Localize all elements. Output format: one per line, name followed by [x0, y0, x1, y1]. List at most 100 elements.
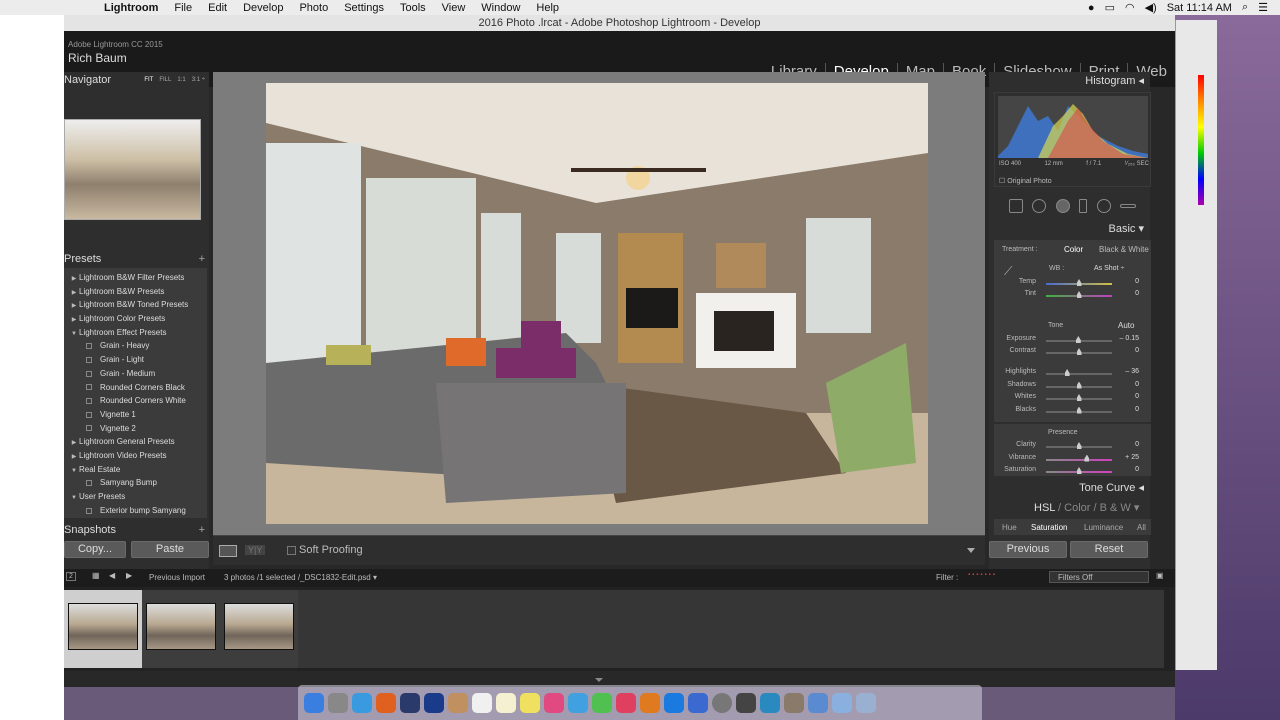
slider-handle[interactable] — [1075, 336, 1081, 343]
menu-view[interactable]: View — [434, 2, 474, 14]
secondary-display-button[interactable]: 2 — [66, 572, 76, 581]
preset-item[interactable]: Samyang Bump — [64, 476, 207, 490]
image-folder-icon[interactable] — [784, 692, 804, 713]
menu-edit[interactable]: Edit — [200, 2, 235, 14]
presets-header[interactable]: Presets + — [64, 251, 209, 268]
treatment-color-option[interactable]: Color — [1064, 245, 1083, 254]
menu-settings[interactable]: Settings — [336, 2, 392, 14]
photos-icon[interactable] — [544, 692, 564, 713]
slider-saturation[interactable]: Saturation 0 — [994, 466, 1151, 478]
slider-contrast[interactable]: Contrast 0 — [994, 347, 1151, 359]
preset-folder[interactable]: ▶ Lightroom B&W Presets — [64, 285, 207, 299]
graduated-filter-icon[interactable] — [1079, 199, 1088, 213]
zoom-fit[interactable]: FIT — [144, 72, 153, 89]
zoom-fill[interactable]: FILL — [159, 72, 171, 89]
notes-icon[interactable] — [496, 692, 516, 713]
slider-handle[interactable] — [1076, 442, 1082, 449]
slider-exposure[interactable]: Exposure – 0.15 — [994, 335, 1151, 347]
slider-value[interactable]: – 0.15 — [1120, 335, 1139, 342]
background-window[interactable] — [1175, 20, 1217, 670]
slider-value[interactable]: 0 — [1135, 441, 1139, 448]
original-photo-checkbox[interactable]: ☐ Original Photo — [999, 177, 1052, 185]
slider-highlights[interactable]: Highlights – 36 — [994, 368, 1151, 380]
copy-button[interactable]: Copy... — [64, 541, 126, 558]
main-photo[interactable] — [266, 83, 928, 524]
slider-value[interactable]: 0 — [1135, 406, 1139, 413]
slider-value[interactable]: + 25 — [1125, 454, 1139, 461]
zoom-1-1[interactable]: 1:1 — [177, 72, 185, 89]
launchpad-icon[interactable] — [328, 692, 348, 713]
previous-button[interactable]: Previous — [989, 541, 1067, 558]
preset-folder[interactable]: ▼ User Presets — [64, 490, 207, 504]
preset-folder[interactable]: ▶ Lightroom Video Presets — [64, 449, 207, 463]
quicktime-icon[interactable] — [760, 692, 780, 713]
menu-window[interactable]: Window — [473, 2, 528, 14]
filter-rating-icons[interactable]: ▪▪▪▪▪▪▪ — [968, 572, 997, 578]
slider-value[interactable]: – 36 — [1125, 368, 1139, 375]
subtab-hue[interactable]: Hue — [1002, 523, 1017, 532]
slider-handle[interactable] — [1064, 369, 1070, 376]
finder-icon[interactable] — [304, 692, 324, 713]
slider-temp[interactable]: Temp 0 — [994, 278, 1151, 290]
contacts-icon[interactable] — [448, 692, 468, 713]
navigator-preview[interactable] — [64, 119, 201, 220]
slider-handle[interactable] — [1076, 467, 1082, 474]
menu-develop[interactable]: Develop — [235, 2, 291, 14]
filmstrip-cell[interactable] — [220, 590, 298, 668]
histogram[interactable]: ISO 400 12 mm f / 7.1 ¹⁄₂₅₀ SEC ☐ Origin… — [994, 92, 1151, 187]
menu-file[interactable]: File — [166, 2, 200, 14]
treatment-bw-option[interactable]: Black & White — [1099, 245, 1149, 254]
slider-handle[interactable] — [1076, 381, 1082, 389]
utility-icon[interactable] — [736, 692, 756, 713]
notification-center-icon[interactable]: ☰ — [1258, 1, 1268, 14]
before-after-view-button[interactable]: Y|Y — [245, 545, 266, 555]
slider-handle[interactable] — [1084, 454, 1090, 462]
stickies-icon[interactable] — [520, 692, 540, 713]
filmstrip-info[interactable]: 3 photos /1 selected /_DSC1832-Edit.psd … — [224, 573, 377, 582]
auto-tone-button[interactable]: Auto — [1118, 321, 1134, 330]
add-snapshot-icon[interactable]: + — [199, 522, 205, 539]
navigator-header[interactable]: Navigator FIT FILL 1:1 3:1 ÷ — [64, 72, 209, 89]
back-arrow-icon[interactable]: ◀ — [109, 571, 115, 580]
slider-value[interactable]: 0 — [1135, 393, 1139, 400]
facetime-icon[interactable] — [592, 692, 612, 713]
downloads-folder-icon[interactable] — [832, 692, 852, 713]
preset-item[interactable]: Vignette 1 — [64, 408, 207, 422]
slider-whites[interactable]: Whites 0 — [994, 393, 1151, 405]
wb-preset-select[interactable]: As Shot ÷ — [1094, 265, 1124, 272]
snapshots-header[interactable]: Snapshots + — [64, 522, 209, 539]
volume-icon[interactable]: ◀) — [1145, 1, 1157, 14]
menu-app-name[interactable]: Lightroom — [96, 2, 166, 14]
slider-handle[interactable] — [1076, 279, 1082, 286]
loupe-view-icon[interactable] — [219, 545, 237, 557]
preset-item[interactable]: Vignette 2 — [64, 422, 207, 436]
preset-item[interactable]: Grain - Heavy — [64, 339, 207, 353]
tab-color[interactable]: Color — [1064, 502, 1090, 514]
slider-track[interactable] — [1046, 458, 1112, 461]
system-preferences-icon[interactable] — [712, 692, 732, 713]
slider-handle[interactable] — [1076, 394, 1082, 401]
preset-folder[interactable]: ▶ Lightroom Color Presets — [64, 312, 207, 326]
menubar-clock[interactable]: Sat 11:14 AM — [1167, 2, 1232, 14]
menu-photo[interactable]: Photo — [291, 2, 336, 14]
subtab-luminance[interactable]: Luminance — [1084, 523, 1123, 532]
forward-arrow-icon[interactable]: ▶ — [126, 571, 132, 580]
slider-value[interactable]: 0 — [1135, 278, 1139, 285]
slider-clarity[interactable]: Clarity 0 — [994, 441, 1151, 453]
preset-item[interactable]: Rounded Corners Black — [64, 381, 207, 395]
ibooks-icon[interactable] — [640, 692, 660, 713]
spot-removal-icon[interactable] — [1032, 199, 1047, 213]
filmstrip-thumbnail[interactable] — [146, 603, 216, 650]
soft-proofing-checkbox[interactable] — [287, 546, 296, 555]
app-store-icon[interactable] — [664, 692, 684, 713]
preset-folder[interactable]: ▶ Lightroom General Presets — [64, 435, 207, 449]
slider-shadows[interactable]: Shadows 0 — [994, 381, 1151, 393]
safari-icon[interactable] — [352, 692, 372, 713]
preset-folder[interactable]: ▶ Lightroom B&W Filter Presets — [64, 271, 207, 285]
itunes-icon[interactable] — [616, 692, 636, 713]
preset-item[interactable]: Rounded Corners White — [64, 394, 207, 408]
preset-folder[interactable]: ▼ Real Estate — [64, 463, 207, 477]
preset-item[interactable]: Grain - Medium — [64, 367, 207, 381]
preview-icon[interactable] — [688, 692, 708, 713]
reset-button[interactable]: Reset — [1070, 541, 1148, 558]
